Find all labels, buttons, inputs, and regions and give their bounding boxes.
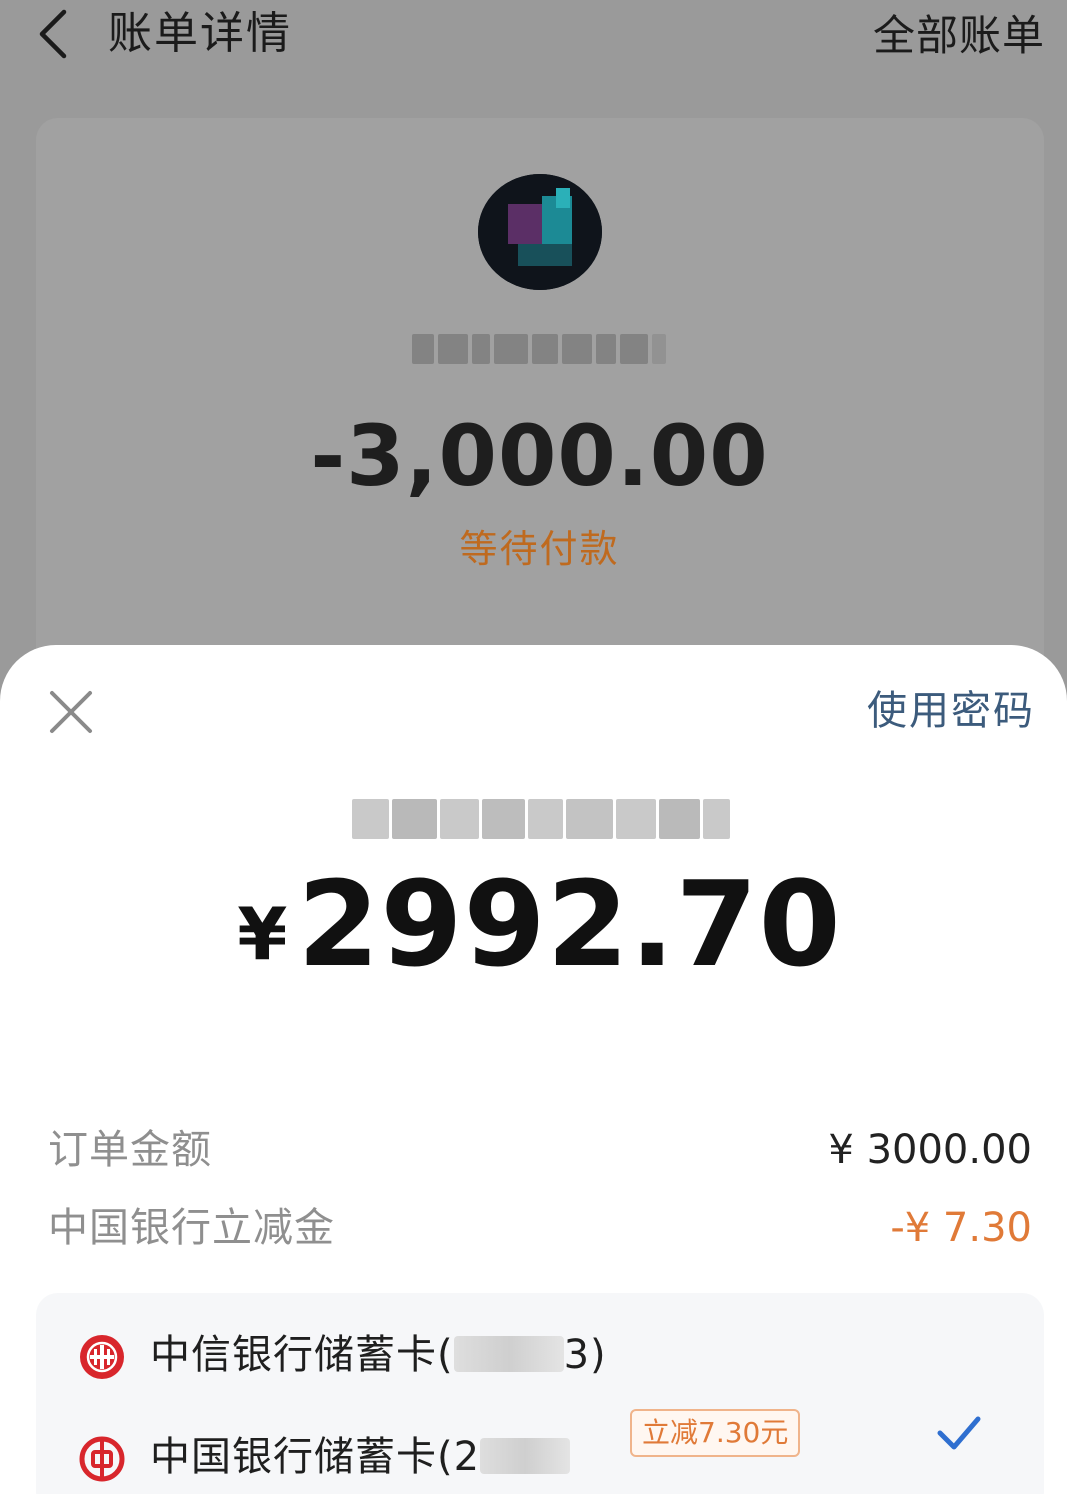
discount-value: -¥ 7.30 — [890, 1205, 1032, 1251]
back-arrow-icon[interactable] — [34, 6, 74, 62]
discount-row: 中国银行立减金 -¥ 7.30 — [48, 1198, 1032, 1258]
order-amount-label: 订单金额 — [48, 1127, 212, 1173]
boc-open-paren: (2 — [437, 1434, 481, 1480]
use-password-link[interactable]: 使用密码 — [867, 685, 1035, 737]
top-bar: 账单详情 全部账单 — [0, 0, 1067, 78]
boc-card-name: 中国银行储蓄卡 — [150, 1434, 437, 1480]
merchant-name-redacted — [412, 330, 672, 368]
citic-open-paren: ( — [437, 1332, 454, 1378]
method-label-citic: 中信银行储蓄卡(3) — [150, 1325, 607, 1385]
close-icon[interactable] — [48, 689, 94, 735]
bill-status: 等待付款 — [459, 527, 620, 571]
payment-method-boc[interactable]: 中国银行储蓄卡(2 立减7.30元 — [36, 1405, 1044, 1494]
payment-method-citic[interactable]: 中信银行储蓄卡(3) — [36, 1305, 1044, 1405]
citic-bank-logo-icon — [80, 1335, 124, 1379]
currency-symbol: ¥ — [237, 892, 288, 976]
bill-amount: -3,000.00 — [310, 407, 769, 505]
citic-close-paren: 3) — [563, 1332, 607, 1378]
page-title: 账单详情 — [108, 8, 292, 59]
discount-label: 中国银行立减金 — [48, 1205, 335, 1251]
payment-method-list: 中信银行储蓄卡(3) 中国银行储蓄卡(2 立减7.30元 — [36, 1293, 1044, 1494]
all-bills-link[interactable]: 全部账单 — [873, 8, 1045, 64]
method-label-boc: 中国银行储蓄卡(2 — [150, 1427, 571, 1487]
card-number-redacted — [453, 1336, 564, 1372]
merchant-avatar — [478, 174, 602, 290]
order-amount-value: ¥ 3000.00 — [828, 1127, 1032, 1173]
citic-card-name: 中信银行储蓄卡 — [150, 1332, 437, 1378]
order-amount-row: 订单金额 ¥ 3000.00 — [48, 1120, 1032, 1180]
payment-amount: ¥2992.70 — [0, 859, 1067, 1025]
payment-sheet: 使用密码 ¥2992.70 订单金额 ¥ 3000.00 中国银行立减金 -¥ … — [0, 645, 1067, 1494]
boc-bank-logo-icon — [79, 1436, 125, 1482]
card-number-redacted — [480, 1438, 571, 1474]
payee-name-redacted — [352, 795, 730, 843]
selected-check-icon — [937, 1416, 981, 1450]
discount-badge: 立减7.30元 — [630, 1409, 801, 1457]
payment-amount-value: 2992.70 — [297, 855, 842, 993]
